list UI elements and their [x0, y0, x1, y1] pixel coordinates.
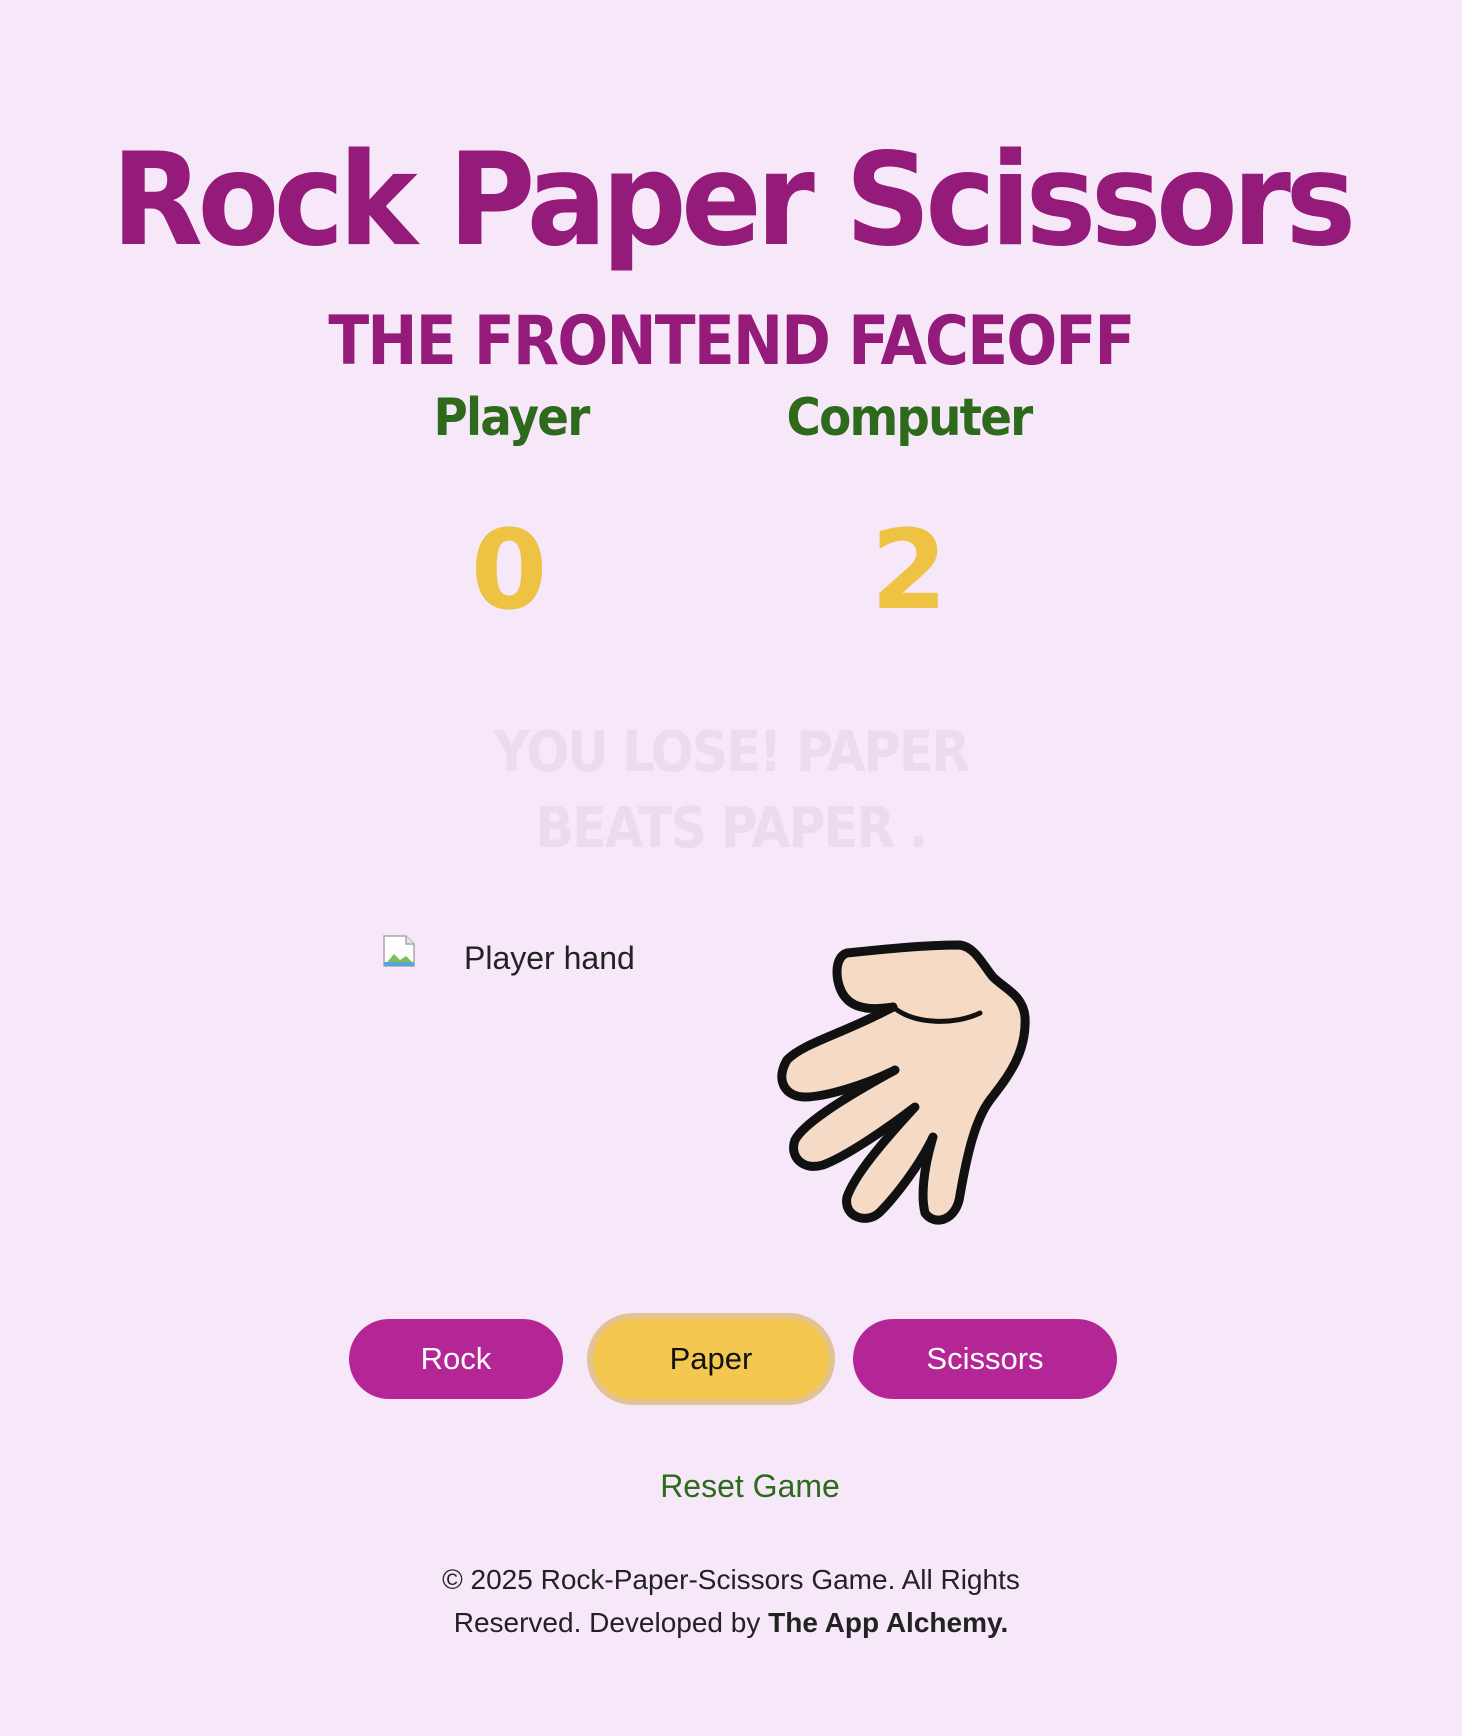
player-hand-image: Player hand — [382, 934, 635, 977]
paper-hand-icon — [775, 935, 1095, 1235]
player-score-label: Player — [433, 388, 590, 448]
footer: © 2025 Rock-Paper-Scissors Game. All Rig… — [381, 1558, 1081, 1644]
footer-brand: The App Alchemy. — [768, 1607, 1009, 1638]
broken-image-icon — [382, 934, 416, 968]
result-message: YOU LOSE! PAPER BEATS PAPER . — [493, 720, 971, 861]
computer-score-label: Computer — [786, 388, 1034, 448]
rock-button[interactable]: Rock — [349, 1319, 563, 1399]
page-title: Rock Paper Scissors — [111, 125, 1356, 275]
scissors-button[interactable]: Scissors — [853, 1319, 1117, 1399]
reset-game-link[interactable]: Reset Game — [0, 1468, 1462, 1505]
player-hand-alt-text: Player hand — [464, 940, 635, 976]
player-score: 0 — [470, 506, 548, 634]
computer-score: 2 — [870, 506, 948, 634]
paper-button[interactable]: Paper — [593, 1319, 829, 1399]
page-subtitle: THE FRONTEND FACEOFF — [328, 302, 1135, 382]
